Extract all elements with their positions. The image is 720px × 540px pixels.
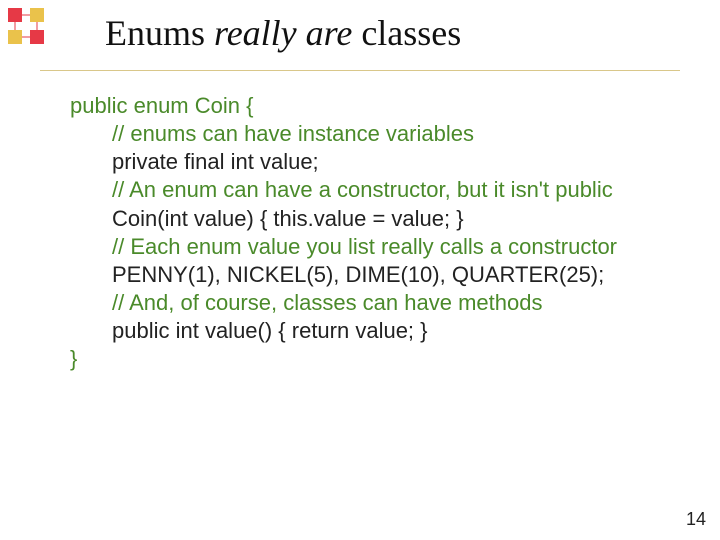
code-line-9: public int value() { return value; } bbox=[70, 317, 670, 345]
slide-number: 14 bbox=[686, 509, 706, 530]
title-part-2: really are bbox=[214, 13, 352, 53]
code-block: public enum Coin { // enums can have ins… bbox=[70, 92, 670, 374]
code-line-1: public enum Coin { bbox=[70, 93, 253, 118]
slide-title: Enums really are classes bbox=[105, 12, 461, 54]
code-line-5: Coin(int value) { this.value = value; } bbox=[70, 205, 670, 233]
title-underline bbox=[40, 70, 680, 71]
corner-decoration-icon bbox=[0, 0, 60, 60]
code-line-3: private final int value; bbox=[70, 148, 670, 176]
title-part-3: classes bbox=[352, 13, 461, 53]
code-line-10: } bbox=[70, 346, 77, 371]
code-line-6: // Each enum value you list really calls… bbox=[70, 233, 670, 261]
code-line-8: // And, of course, classes can have meth… bbox=[70, 289, 670, 317]
title-part-1: Enums bbox=[105, 13, 214, 53]
code-line-4: // An enum can have a constructor, but i… bbox=[70, 176, 670, 204]
slide: Enums really are classes public enum Coi… bbox=[0, 0, 720, 540]
code-line-7: PENNY(1), NICKEL(5), DIME(10), QUARTER(2… bbox=[70, 261, 670, 289]
code-line-2: // enums can have instance variables bbox=[70, 120, 670, 148]
